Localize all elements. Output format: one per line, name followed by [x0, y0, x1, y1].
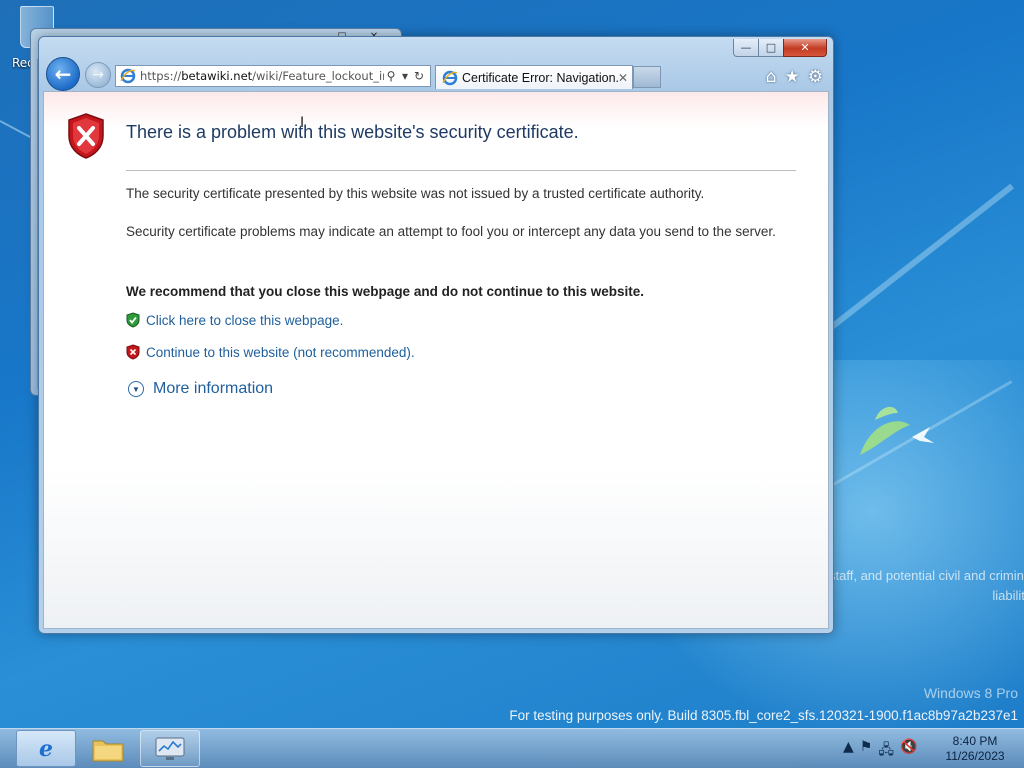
red-shield-x-icon	[68, 113, 104, 159]
window-caption-buttons: — □ ✕	[733, 39, 827, 57]
ie-icon	[120, 68, 136, 84]
refresh-icon[interactable]: ↻	[412, 69, 426, 83]
taskbar: e ▲ ⚑ 🖧 🔇 8:40 PM 11/26/2023	[0, 728, 1024, 768]
new-tab-button[interactable]	[633, 66, 661, 88]
more-information-label[interactable]: More information	[153, 380, 273, 398]
close-button[interactable]: ✕	[783, 39, 827, 57]
volume-muted-icon[interactable]: 🔇	[900, 739, 917, 763]
maximize-button[interactable]: □	[758, 39, 784, 57]
tools-icon[interactable]: ⚙	[808, 67, 823, 87]
toolbar-icons: ⌂ ★ ⚙	[766, 67, 823, 87]
internet-explorer-window[interactable]: — □ ✕ ← → https://betawiki.net/wiki/Feat…	[38, 36, 834, 634]
page-title: There is a problem with this website's s…	[126, 122, 579, 142]
more-information-toggle[interactable]: ▼ More information	[128, 380, 273, 398]
address-bar[interactable]: https://betawiki.net/wiki/Feature_lockou…	[115, 65, 431, 87]
windows-edition-watermark: Windows 8 Pro	[923, 685, 1018, 701]
forward-icon: →	[92, 67, 104, 83]
taskbar-internet-explorer-button[interactable]: e	[16, 730, 76, 767]
tab-close-icon[interactable]: ✕	[618, 71, 632, 85]
build-watermark: For testing purposes only. Build 8305.fb…	[509, 708, 1018, 723]
red-shield-x-icon	[126, 344, 140, 360]
address-url[interactable]: https://betawiki.net/wiki/Feature_lockou…	[140, 69, 384, 83]
continue-website-link-label[interactable]: Continue to this website (not recommende…	[146, 345, 415, 360]
network-icon[interactable]: 🖧	[878, 739, 894, 763]
explanation-paragraph: The security certificate presented by th…	[126, 186, 705, 201]
bird-leaf-decoration	[860, 406, 934, 455]
folder-icon	[92, 740, 124, 761]
ie-icon	[442, 70, 458, 85]
minimize-button[interactable]: —	[733, 39, 759, 57]
taskbar-clock[interactable]: 8:40 PM 11/26/2023	[940, 734, 1010, 764]
dropdown-icon[interactable]: ▾	[398, 69, 412, 83]
action-center-flag-icon[interactable]: ⚑	[860, 739, 873, 763]
clock-date: 11/26/2023	[945, 749, 1005, 763]
tab-certificate-error[interactable]: Certificate Error: Navigation... ✕	[435, 65, 633, 89]
internet-explorer-icon: e	[39, 735, 53, 762]
recommendation-text: We recommend that you close this webpage…	[126, 284, 645, 299]
clock-time: 8:40 PM	[952, 734, 998, 748]
divider	[126, 170, 796, 171]
green-shield-check-icon	[126, 312, 140, 328]
favorites-icon[interactable]: ★	[785, 67, 800, 87]
monitor-icon	[155, 737, 185, 760]
tab-title: Certificate Error: Navigation...	[462, 70, 618, 85]
home-icon[interactable]: ⌂	[766, 67, 777, 87]
continue-website-link[interactable]: Continue to this website (not recommende…	[126, 344, 415, 360]
close-webpage-link-label[interactable]: Click here to close this webpage.	[146, 313, 343, 328]
system-tray: ▲ ⚑ 🖧 🔇	[843, 739, 917, 763]
page-content: There is a problem with this website's s…	[43, 91, 829, 629]
taskbar-file-explorer-button[interactable]	[78, 730, 138, 767]
text-cursor-icon: I	[300, 115, 305, 131]
warning-paragraph: Security certificate problems may indica…	[126, 224, 776, 239]
taskbar-performance-monitor-button[interactable]	[140, 730, 200, 767]
back-icon: ←	[54, 62, 72, 86]
back-button[interactable]: ←	[46, 57, 80, 91]
search-icon[interactable]: ⚲	[384, 69, 398, 83]
show-hidden-icons-chevron-icon[interactable]: ▲	[843, 739, 854, 763]
chevron-down-icon: ▼	[128, 381, 144, 397]
forward-button[interactable]: →	[85, 62, 111, 88]
close-webpage-link[interactable]: Click here to close this webpage.	[126, 312, 343, 328]
